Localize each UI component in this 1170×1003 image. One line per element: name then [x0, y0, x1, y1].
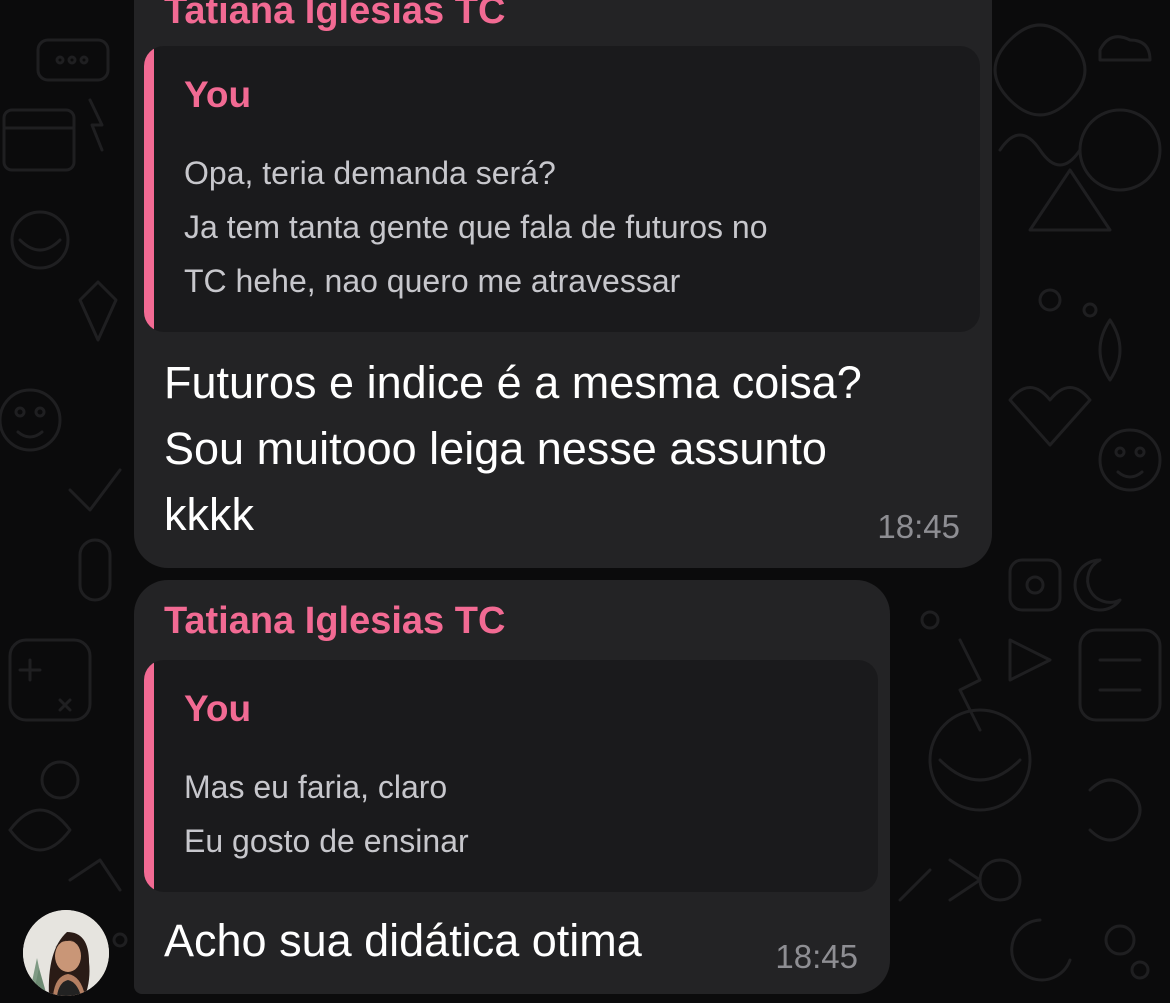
- message-text-line: kkkk: [164, 489, 254, 540]
- quoted-text: Opa, teria demanda será? Ja tem tanta ge…: [184, 146, 768, 308]
- quoted-text-line: Opa, teria demanda será?: [184, 155, 556, 191]
- message-bubble[interactable]: Tatiana Iglesias TC You Mas eu faria, cl…: [134, 580, 890, 994]
- message-text-line: Futuros e indice é a mesma coisa?: [164, 357, 862, 408]
- message-timestamp: 18:45: [877, 508, 960, 545]
- message-bubble[interactable]: Tatiana Iglesias TC You Opa, teria deman…: [134, 0, 992, 568]
- quoted-message[interactable]: You Opa, teria demanda será? Ja tem tant…: [144, 46, 980, 332]
- sender-name[interactable]: Tatiana Iglesias TC: [164, 0, 505, 33]
- message-text: Acho sua didática otima: [164, 908, 642, 974]
- quoted-text-line: Mas eu faria, claro: [184, 769, 448, 805]
- message-text-line: Acho sua didática otima: [164, 915, 642, 966]
- quoted-text-line: Eu gosto de ensinar: [184, 823, 469, 859]
- quoted-author: You: [184, 688, 252, 729]
- quote-accent-bar: [144, 660, 154, 892]
- quoted-text-line: Ja tem tanta gente que fala de futuros n…: [184, 209, 768, 245]
- quote-accent-bar: [144, 46, 154, 332]
- sender-name[interactable]: Tatiana Iglesias TC: [164, 600, 505, 643]
- message-text-line: Sou muitooo leiga nesse assunto: [164, 423, 827, 474]
- quoted-message[interactable]: You Mas eu faria, claro Eu gosto de ensi…: [144, 660, 878, 892]
- quoted-text-line: TC hehe, nao quero me atravessar: [184, 263, 681, 299]
- contact-avatar[interactable]: [23, 910, 109, 996]
- message-timestamp: 18:45: [775, 938, 858, 975]
- quoted-text: Mas eu faria, claro Eu gosto de ensinar: [184, 760, 469, 868]
- quoted-author: You: [184, 74, 252, 115]
- message-text: Futuros e indice é a mesma coisa? Sou mu…: [164, 350, 862, 548]
